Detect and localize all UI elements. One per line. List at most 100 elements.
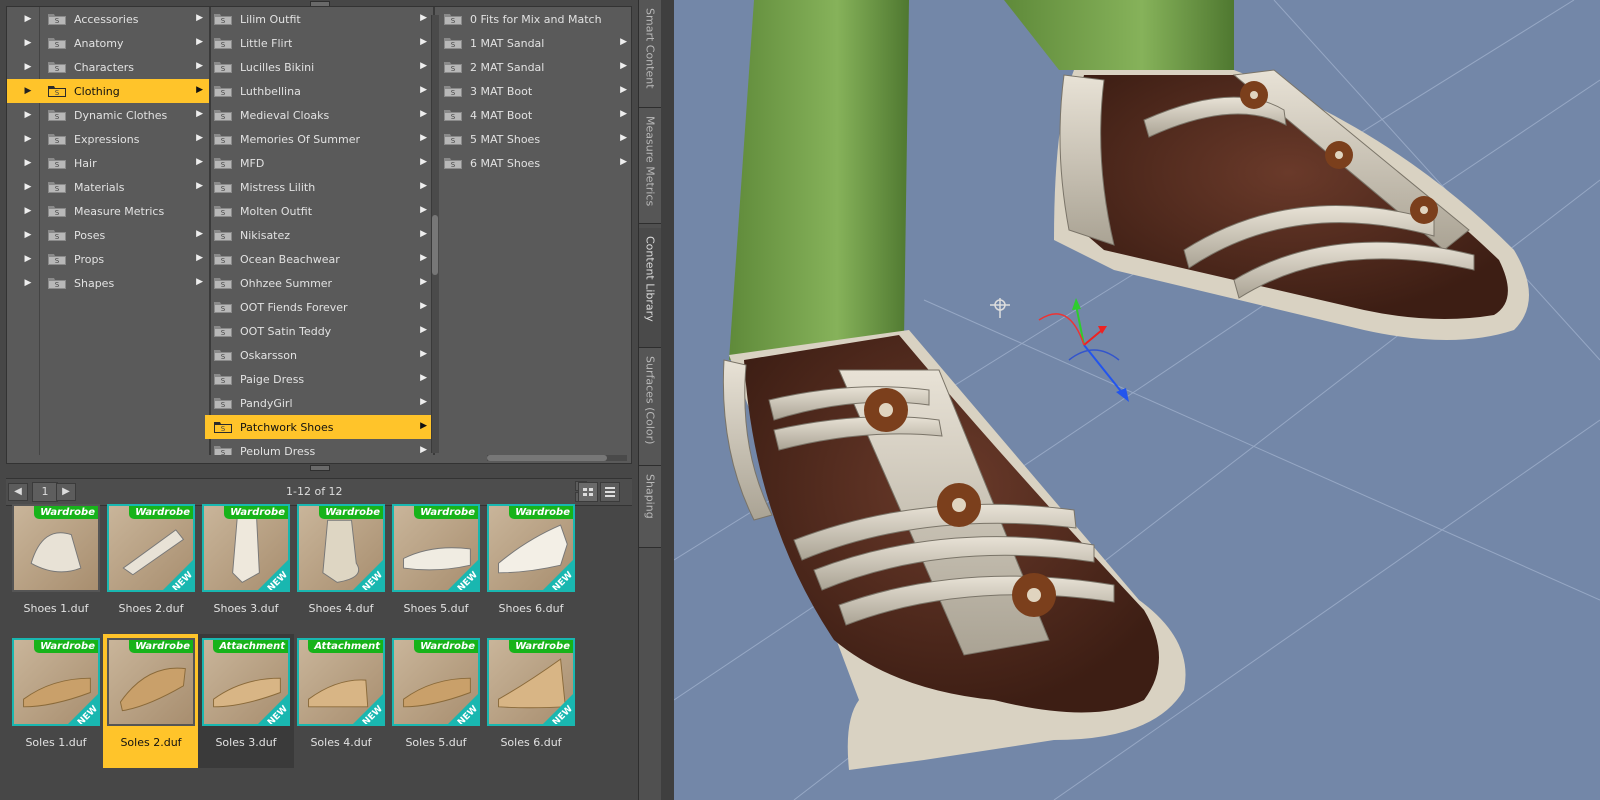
vertical-scrollbar[interactable] xyxy=(431,15,439,453)
patchwork-item[interactable]: S 3 MAT Boot ▶ xyxy=(435,79,631,103)
category-item[interactable]: S Accessories ▶ xyxy=(39,7,209,31)
asset-tile[interactable]: Wardrobe NEW Soles 5.duf xyxy=(388,634,484,768)
clothing-item[interactable]: S Patchwork Shoes ▶ xyxy=(205,415,433,439)
clothing-item[interactable]: S OOT Satin Teddy ▶ xyxy=(205,319,433,343)
asset-tile[interactable]: Wardrobe NEW Soles 6.duf xyxy=(483,634,579,768)
expand-toggle[interactable]: ▶ xyxy=(7,151,39,175)
expand-toggle[interactable]: ▶ xyxy=(7,271,39,295)
expand-toggle[interactable]: ▶ xyxy=(7,247,39,271)
category-item[interactable]: S Characters ▶ xyxy=(39,55,209,79)
clothing-item[interactable]: S PandyGirl ▶ xyxy=(205,391,433,415)
horizontal-scroll-thumb[interactable] xyxy=(487,455,607,461)
category-item-label: Measure Metrics xyxy=(74,204,165,218)
category-item[interactable]: S Expressions ▶ xyxy=(39,127,209,151)
clothing-item[interactable]: S Ohhzee Summer ▶ xyxy=(205,271,433,295)
splitter-grip-middle[interactable] xyxy=(310,465,330,471)
asset-name: Soles 3.duf xyxy=(215,736,277,749)
category-item[interactable]: S Materials ▶ xyxy=(39,175,209,199)
asset-tile[interactable]: Wardrobe NEW Shoes 3.duf xyxy=(198,500,294,634)
submenu-arrow-icon: ▶ xyxy=(196,253,203,263)
clothing-item-label: Memories Of Summer xyxy=(240,132,360,146)
patchwork-item[interactable]: S 0 Fits for Mix and Match xyxy=(435,7,631,31)
pane-tab[interactable]: Smart Content xyxy=(639,0,661,108)
clothing-item[interactable]: S Lucilles Bikini ▶ xyxy=(205,55,433,79)
svg-text:S: S xyxy=(221,329,226,337)
list-view-button[interactable] xyxy=(600,482,620,502)
category-item[interactable]: S Clothing ▶ xyxy=(39,79,209,103)
clothing-item[interactable]: S Nikisatez ▶ xyxy=(205,223,433,247)
clothing-item[interactable]: S Ocean Beachwear ▶ xyxy=(205,247,433,271)
clothing-item-label: Mistress Lilith xyxy=(240,180,316,194)
page-number-field[interactable]: 1 xyxy=(32,482,58,502)
clothing-item[interactable]: S MFD ▶ xyxy=(205,151,433,175)
submenu-arrow-icon: ▶ xyxy=(420,61,427,71)
next-page-button[interactable]: ▶ xyxy=(56,483,76,501)
asset-thumbnail: Attachment NEW xyxy=(202,638,290,726)
expand-toggle[interactable]: ▶ xyxy=(7,55,39,79)
patchwork-item[interactable]: S 1 MAT Sandal ▶ xyxy=(435,31,631,55)
asset-name: Soles 4.duf xyxy=(310,736,372,749)
clothing-item[interactable]: S Little Flirt ▶ xyxy=(205,31,433,55)
pane-tab[interactable]: Content Library xyxy=(639,228,661,348)
transform-gizmo[interactable] xyxy=(1038,298,1129,402)
3d-viewport[interactable] xyxy=(674,0,1600,800)
expand-arrow-icon: ▶ xyxy=(24,182,32,192)
asset-tile[interactable]: Wardrobe NEW Shoes 4.duf xyxy=(293,500,389,634)
new-corner-icon: NEW xyxy=(448,694,478,724)
asset-type-badge: Wardrobe xyxy=(34,640,98,653)
patchwork-item[interactable]: S 4 MAT Boot ▶ xyxy=(435,103,631,127)
expand-arrow-icon: ▶ xyxy=(24,254,32,264)
asset-tile[interactable]: Wardrobe Shoes 1.duf xyxy=(8,500,104,634)
pane-tab[interactable]: Shaping xyxy=(639,466,661,548)
asset-tile[interactable]: Wardrobe NEW Shoes 2.duf xyxy=(103,500,199,634)
asset-tile[interactable]: Attachment NEW Soles 3.duf xyxy=(198,634,294,768)
category-item[interactable]: S Props ▶ xyxy=(39,247,209,271)
clothing-item[interactable]: S Lilim Outfit ▶ xyxy=(205,7,433,31)
clothing-item[interactable]: S Peplum Dress ▶ xyxy=(205,439,433,455)
clothing-item[interactable]: S OOT Fiends Forever ▶ xyxy=(205,295,433,319)
expand-toggle[interactable]: ▶ xyxy=(7,7,39,31)
clothing-item-label: Patchwork Shoes xyxy=(240,420,334,434)
clothing-item[interactable]: S Molten Outfit ▶ xyxy=(205,199,433,223)
icon-view-button[interactable] xyxy=(578,482,598,502)
clothing-item[interactable]: S Medieval Cloaks ▶ xyxy=(205,103,433,127)
clothing-item[interactable]: S Paige Dress ▶ xyxy=(205,367,433,391)
category-item-label: Materials xyxy=(74,180,125,194)
category-item[interactable]: S Hair ▶ xyxy=(39,151,209,175)
panel-divider[interactable] xyxy=(661,0,674,800)
vertical-scroll-thumb[interactable] xyxy=(432,215,438,275)
asset-tile[interactable]: Wardrobe NEW Soles 1.duf xyxy=(8,634,104,768)
asset-tile[interactable]: Wardrobe NEW Shoes 5.duf xyxy=(388,500,484,634)
clothing-item[interactable]: S Memories Of Summer ▶ xyxy=(205,127,433,151)
clothing-item[interactable]: S Oskarsson ▶ xyxy=(205,343,433,367)
patchwork-item[interactable]: S 2 MAT Sandal ▶ xyxy=(435,55,631,79)
category-item[interactable]: S Measure Metrics xyxy=(39,199,209,223)
folder-icon: S xyxy=(48,110,66,121)
expand-toggle[interactable]: ▶ xyxy=(7,103,39,127)
category-item[interactable]: S Anatomy ▶ xyxy=(39,31,209,55)
universal-tool-icon[interactable] xyxy=(990,298,1010,318)
expand-toggle[interactable]: ▶ xyxy=(7,31,39,55)
pane-tab[interactable]: Surfaces (Color) xyxy=(639,348,661,466)
patchwork-item[interactable]: S 5 MAT Shoes ▶ xyxy=(435,127,631,151)
category-item[interactable]: S Poses ▶ xyxy=(39,223,209,247)
clothing-item[interactable]: S Luthbellina ▶ xyxy=(205,79,433,103)
asset-name: Soles 1.duf xyxy=(25,736,87,749)
svg-text:S: S xyxy=(55,65,60,73)
horizontal-scrollbar[interactable] xyxy=(487,455,627,461)
clothing-item[interactable]: S Mistress Lilith ▶ xyxy=(205,175,433,199)
pane-tab[interactable]: Measure Metrics xyxy=(639,108,661,224)
expand-toggle[interactable]: ▶ xyxy=(7,175,39,199)
category-item[interactable]: S Dynamic Clothes ▶ xyxy=(39,103,209,127)
category-item[interactable]: S Shapes ▶ xyxy=(39,271,209,295)
prev-page-button[interactable]: ◀ xyxy=(8,483,28,501)
asset-tile[interactable]: Wardrobe Soles 2.duf xyxy=(103,634,199,768)
expand-toggle[interactable]: ▶ xyxy=(7,127,39,151)
expand-toggle[interactable]: ▶ xyxy=(7,79,39,103)
asset-tile[interactable]: Attachment NEW Soles 4.duf xyxy=(293,634,389,768)
asset-tile[interactable]: Wardrobe NEW Shoes 6.duf xyxy=(483,500,579,634)
category-item-label: Shapes xyxy=(74,276,115,290)
patchwork-item[interactable]: S 6 MAT Shoes ▶ xyxy=(435,151,631,175)
expand-toggle[interactable]: ▶ xyxy=(7,223,39,247)
expand-toggle[interactable]: ▶ xyxy=(7,199,39,223)
